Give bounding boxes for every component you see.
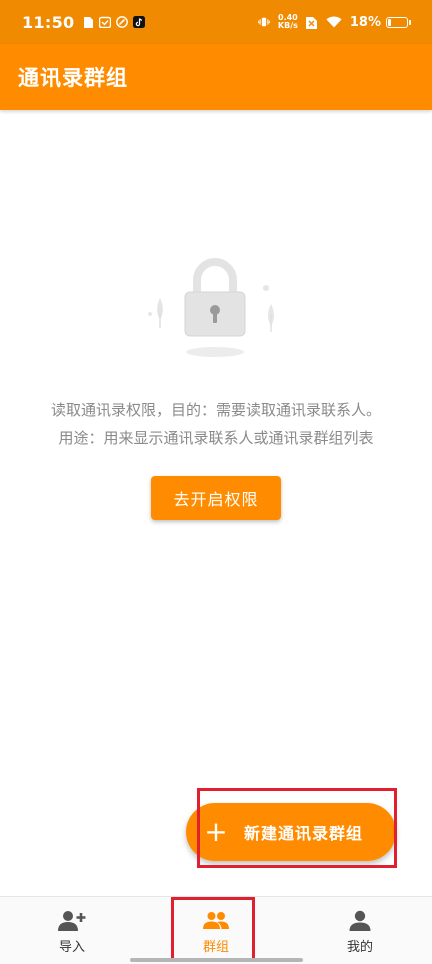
nav-label-import: 导入	[58, 940, 85, 955]
dot-decoration	[148, 312, 152, 316]
vibrate-icon	[258, 16, 270, 28]
dot-decoration	[263, 285, 269, 291]
person-add-icon	[58, 909, 86, 933]
sim-card-icon	[82, 16, 94, 28]
highlight-box-nav-groups	[171, 897, 255, 962]
network-speed-unit: KB/s	[277, 21, 298, 30]
calendar-app-icon	[99, 16, 112, 28]
nav-label-mine: 我的	[346, 940, 373, 955]
page-title: 通讯录群组	[18, 66, 128, 90]
status-time: 11:50	[22, 12, 75, 32]
highlight-box-fab	[197, 788, 397, 868]
battery-fill	[388, 18, 392, 26]
battery: 18%	[349, 14, 411, 30]
battery-icon	[386, 16, 411, 28]
home-indicator[interactable]	[130, 958, 303, 962]
permission-purpose-text: 读取通讯录权限，目的：需要读取通讯录联系人。	[50, 401, 381, 419]
tree-right-icon	[268, 304, 274, 332]
permission-description: 读取通讯录权限，目的：需要读取通讯录联系人。 用途：用来显示通讯录联系人或通讯录…	[0, 396, 432, 452]
open-permission-button[interactable]: 去开启权限	[151, 476, 281, 520]
battery-percent: 18%	[349, 14, 381, 30]
permission-usage-text: 用途：用来显示通讯录联系人或通讯录群组列表	[58, 429, 374, 447]
status-right: 0.40 KB/s 18%	[258, 14, 411, 30]
app-bar: 通讯录群组	[0, 44, 432, 110]
nav-item-mine[interactable]: 我的	[288, 897, 432, 964]
tree-left-icon	[157, 298, 163, 328]
locked-illustration	[140, 258, 290, 362]
wifi-icon	[326, 16, 342, 28]
nav-item-import[interactable]: 导入	[0, 897, 144, 964]
person-icon	[346, 909, 374, 933]
lock-icon	[184, 258, 246, 337]
status-left: 11:50	[22, 12, 146, 32]
notification-icons	[82, 16, 146, 28]
link-app-icon	[116, 16, 129, 28]
no-sim-icon	[306, 16, 318, 29]
tiktok-icon	[133, 16, 146, 28]
network-speed: 0.40 KB/s	[278, 14, 298, 30]
status-bar: 11:50 0.40 KB/s 18%	[0, 0, 432, 44]
